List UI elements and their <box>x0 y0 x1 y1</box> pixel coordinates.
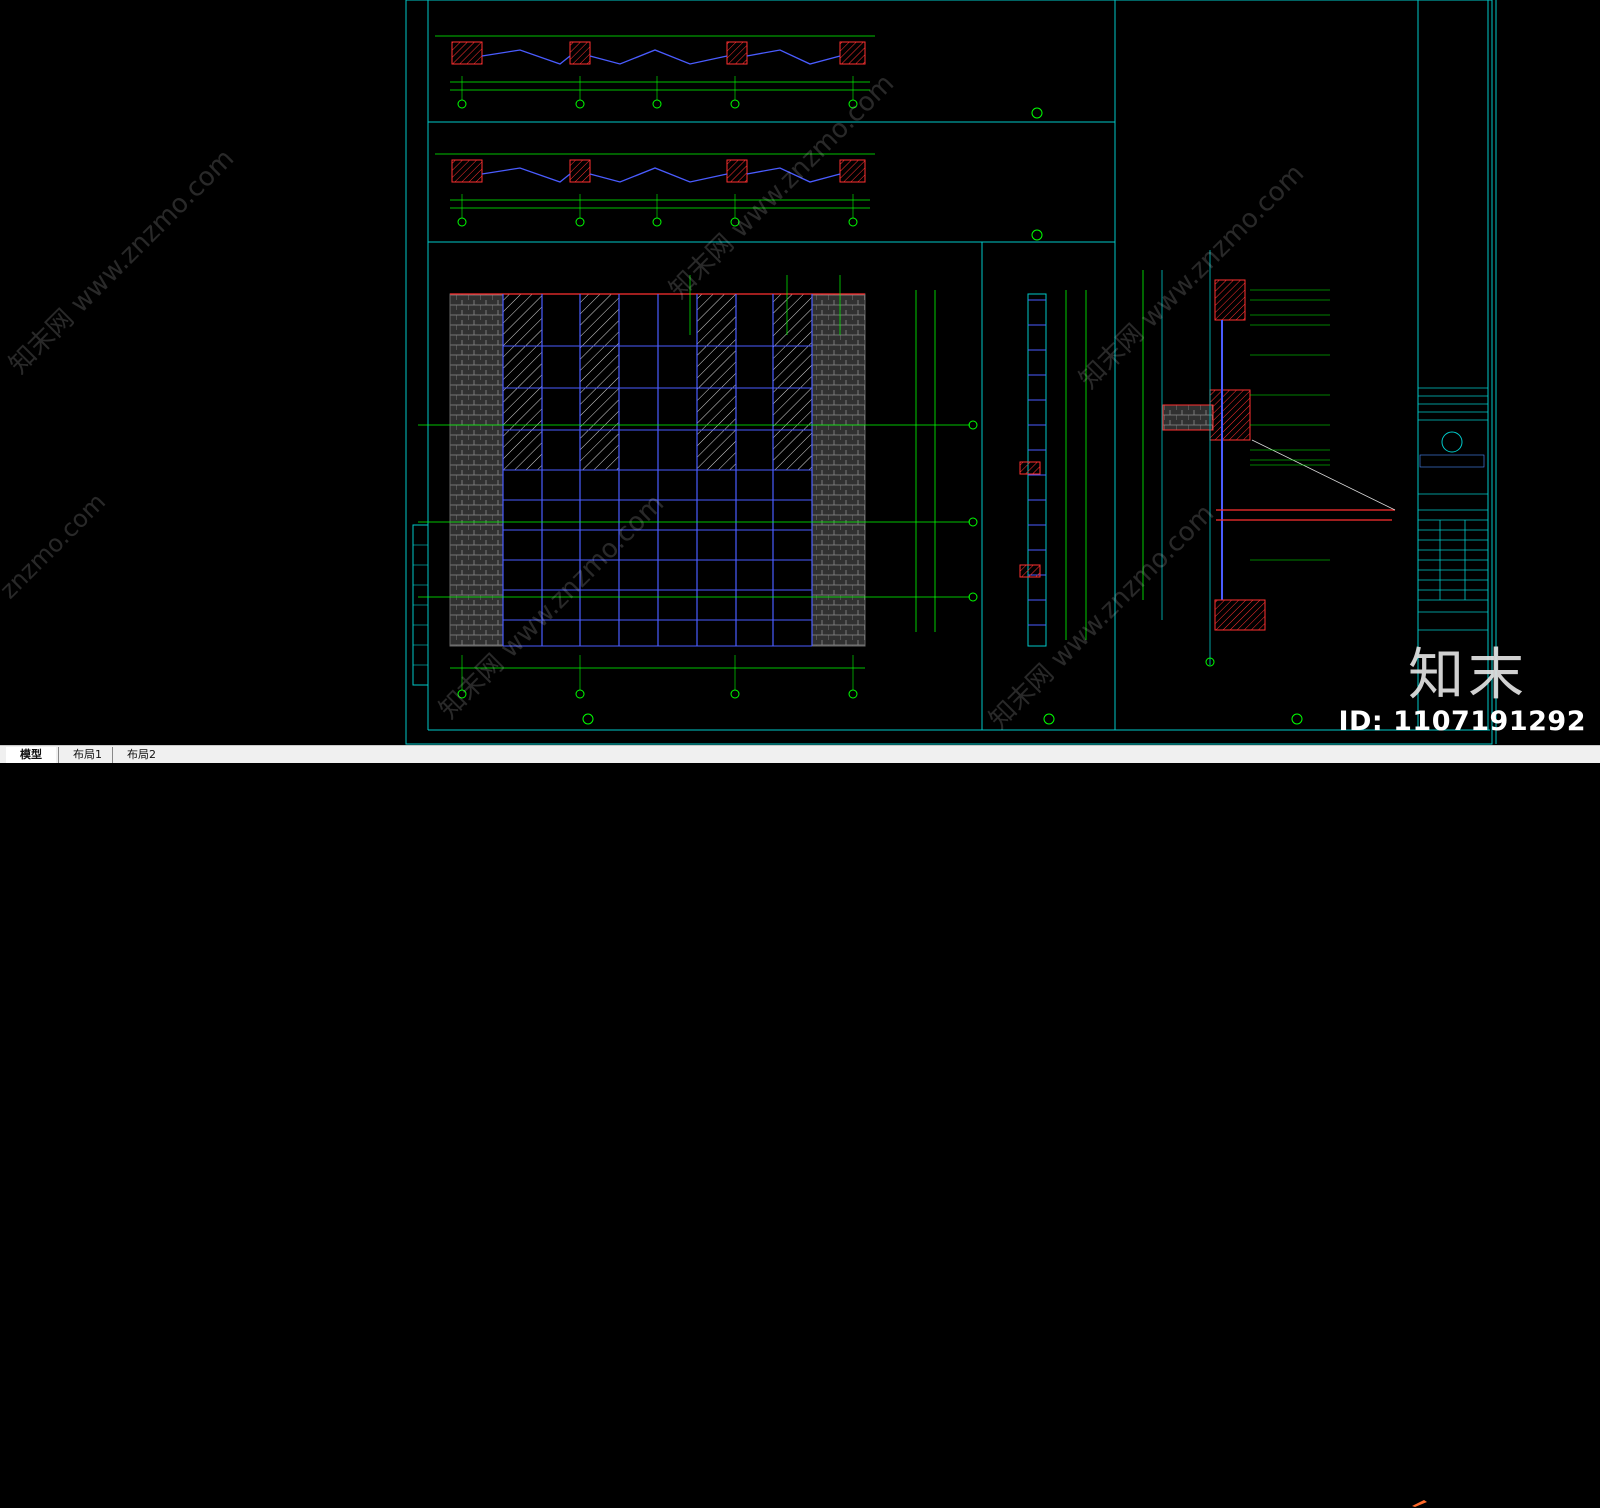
cad-drawing: 知末网 www.znzmo.com 知末网 www.znzmo.com 知末网 ww… <box>0 0 1497 745</box>
plan-b-axis-bubble <box>575 217 585 227</box>
plan-b-column <box>726 159 748 183</box>
level-bubble <box>968 420 978 430</box>
elevation-hatch-panel <box>579 293 620 471</box>
tab-model[interactable]: 模型 <box>6 747 56 763</box>
tab-layout1[interactable]: 布局1 <box>58 747 112 763</box>
watermark-text: 知末网 www.znzmo.com <box>664 69 900 305</box>
plan-b-glazing <box>589 167 728 183</box>
watermark-text: 知末网 www.znzmo.com <box>4 144 240 380</box>
plan-b-axis-bubble <box>652 217 662 227</box>
cad-model-space[interactable]: 知末网 www.znzmo.com 知末网 www.znzmo.com 知末网 ww… <box>0 0 1600 745</box>
elevation-hatch-panel <box>502 293 543 471</box>
section2-wall <box>1214 279 1246 321</box>
plan-a-glazing <box>589 49 728 65</box>
layout-tab-bar: 模型 布局1 布局2 <box>0 745 1600 1507</box>
plan-a-axis-bubble <box>730 99 740 109</box>
pencil-icon <box>1412 1500 1427 1507</box>
watermark-text: znzmo.com <box>0 488 111 605</box>
plan-b-glazing <box>481 167 571 183</box>
level-bubble <box>968 517 978 527</box>
plan-a-column <box>569 41 591 65</box>
plan-a-glazing <box>481 49 571 65</box>
section1-slab <box>1019 461 1041 475</box>
section2-tie-rod <box>1251 439 1396 511</box>
elevation-axis-bubble <box>730 689 740 699</box>
section-mark <box>1043 713 1055 725</box>
section2-insulation <box>1162 404 1214 431</box>
sheet-frame <box>405 0 1493 745</box>
tab-model-label: 模型 <box>20 748 42 761</box>
tab-layout1-label: 布局1 <box>73 748 102 761</box>
elevation-brick-right <box>811 293 866 647</box>
company-seal <box>1441 431 1463 453</box>
elevation-axis-bubble <box>848 689 858 699</box>
section2-beam <box>1209 389 1251 441</box>
level-bubble <box>968 592 978 602</box>
tab-layout2[interactable]: 布局2 <box>112 747 166 763</box>
section-mark <box>582 713 594 725</box>
section-mark <box>1291 713 1303 725</box>
plan-a-axis-bubble <box>457 99 467 109</box>
plan-a-glazing <box>746 49 841 65</box>
elevation-hatch-panel <box>696 293 737 471</box>
plan-b-column <box>569 159 591 183</box>
section1-slab <box>1019 564 1041 578</box>
watermark-id: ID: 1107191292 <box>1338 706 1586 737</box>
elevation-brick-left <box>449 293 504 647</box>
elevation-axis-bubble <box>575 689 585 699</box>
plan-a-wall <box>451 41 483 65</box>
section-mark <box>1031 107 1043 119</box>
plan-b-wall <box>839 159 866 183</box>
plan-a-axis-bubble <box>652 99 662 109</box>
plan-a-column <box>726 41 748 65</box>
plan-b-wall <box>451 159 483 183</box>
title-block-text-block <box>1419 454 1485 468</box>
watermark-logo: 知末 <box>1408 643 1528 708</box>
tab-layout2-label: 布局2 <box>127 748 156 761</box>
elevation-hatch-panel <box>772 293 813 471</box>
plan-b-axis-bubble <box>457 217 467 227</box>
section2-floor <box>1214 599 1266 631</box>
plan-b-axis-bubble <box>848 217 858 227</box>
plan-a-wall <box>839 41 866 65</box>
watermark-text: 知末网 www.znzmo.com <box>984 499 1220 735</box>
plan-a-axis-bubble <box>575 99 585 109</box>
section-mark <box>1031 229 1043 241</box>
watermark-text: 知末网 www.znzmo.com <box>1074 159 1310 395</box>
